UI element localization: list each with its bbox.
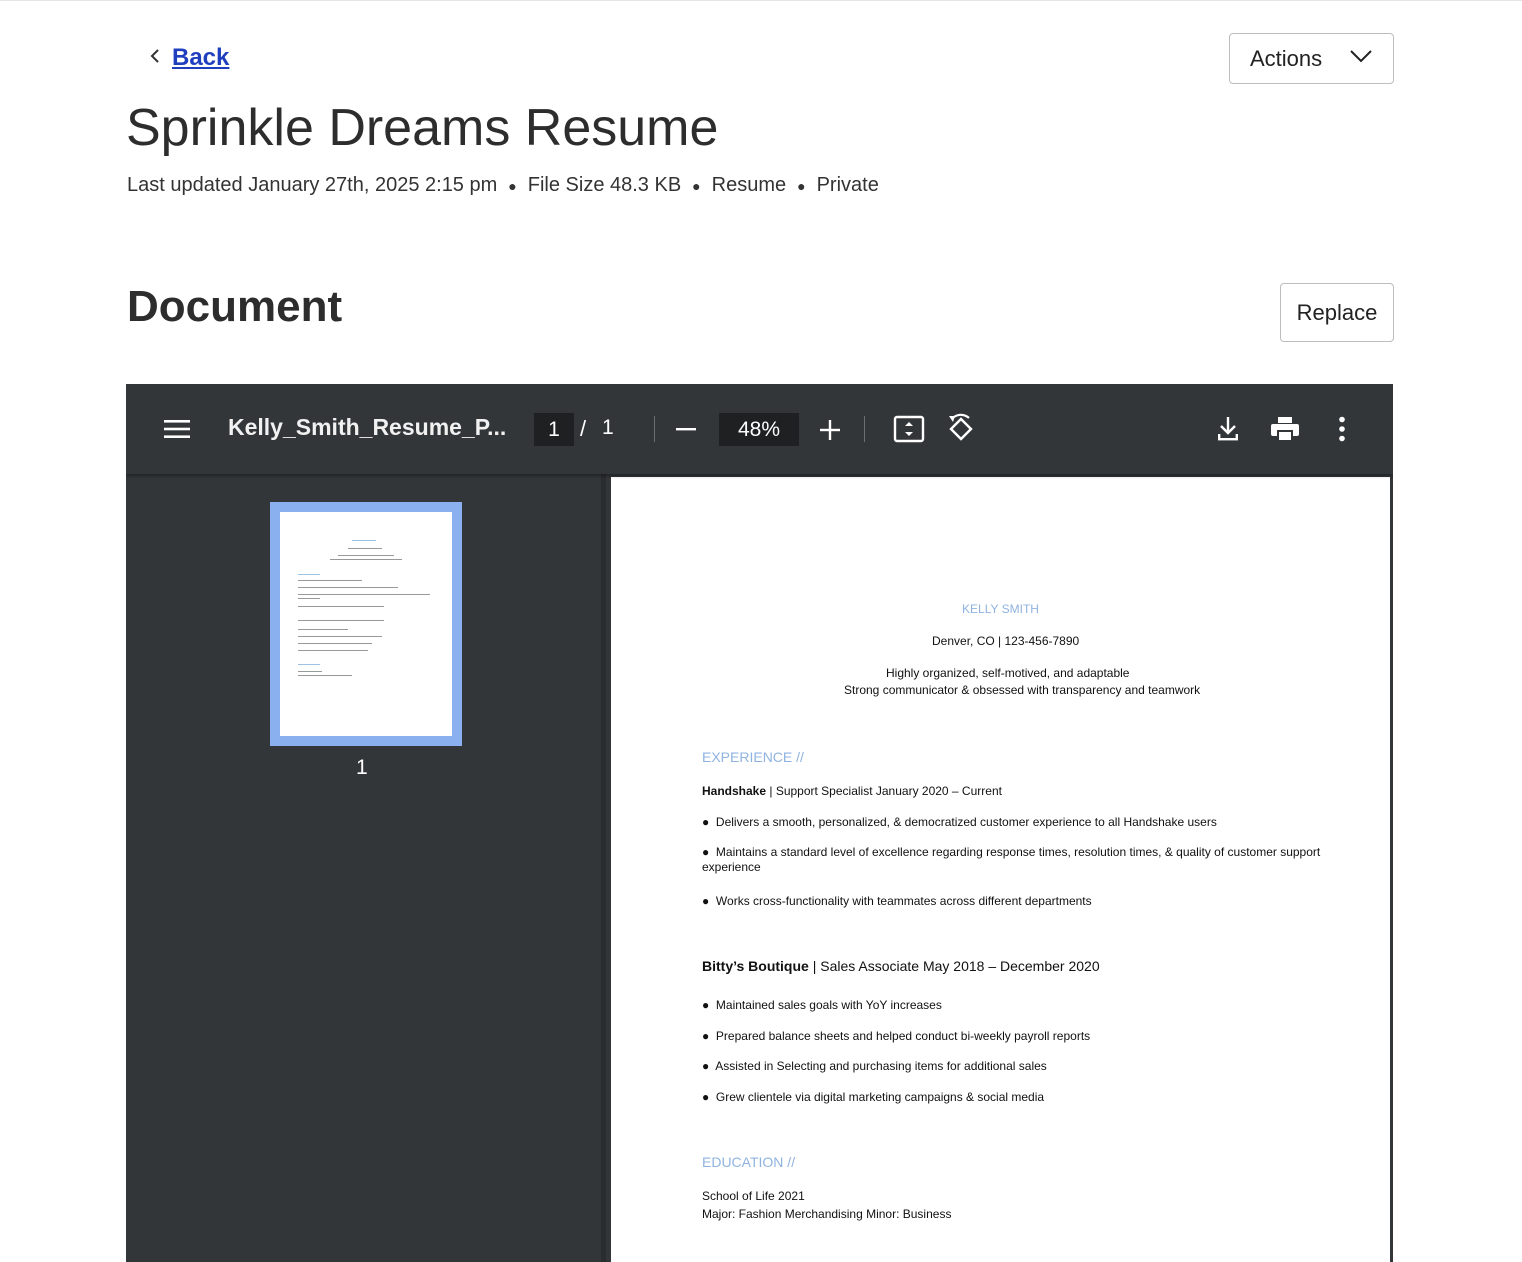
- thumbnail-page-preview: [280, 512, 452, 736]
- toolbar-divider: [654, 416, 655, 442]
- job-1-title: Handshake | Support Specialist January 2…: [702, 784, 1002, 798]
- job-1-company: Handshake: [702, 784, 767, 798]
- download-icon[interactable]: [1214, 414, 1242, 444]
- fit-page-icon[interactable]: [892, 414, 926, 444]
- actions-label: Actions: [1250, 45, 1323, 71]
- total-pages: 1: [602, 416, 614, 439]
- job-1-bullet: ● Delivers a smooth, personalized, & dem…: [702, 815, 1217, 829]
- chevron-down-icon: [1349, 49, 1373, 68]
- meta-separator: ●: [692, 177, 701, 194]
- pdf-toolbar: Kelly_Smith_Resume_P... 1 / 1 48%: [126, 384, 1393, 474]
- job-2-bullet: ● Assisted in Selecting and purchasing i…: [702, 1059, 1047, 1073]
- resume-name: KELLY SMITH: [962, 602, 1039, 616]
- zoom-out-icon[interactable]: [674, 416, 698, 442]
- menu-icon[interactable]: [162, 414, 192, 444]
- zoom-in-icon[interactable]: [818, 418, 842, 442]
- chevron-left-icon: [146, 47, 164, 70]
- job-1-bullet: ● Maintains a standard level of excellen…: [702, 845, 1321, 859]
- more-vert-icon[interactable]: [1332, 414, 1352, 444]
- meta-type: Resume: [711, 174, 787, 196]
- education-heading: EDUCATION //: [702, 1154, 796, 1170]
- pdf-viewer: Kelly_Smith_Resume_P... 1 / 1 48% 1 KELL…: [126, 384, 1393, 1262]
- back-label: Back: [172, 44, 230, 71]
- job-2-bullet: ● Maintained sales goals with YoY increa…: [702, 998, 942, 1012]
- resume-summary-line-1: Highly organized, self-motived, and adap…: [886, 666, 1130, 680]
- resume-summary-line-2: Strong communicator & obsessed with tran…: [844, 683, 1201, 697]
- job-2-company: Bitty’s Boutique: [702, 958, 809, 974]
- meta-visibility: Private: [816, 174, 879, 196]
- job-1-bullet: ● Works cross-functionality with teammat…: [702, 894, 1092, 908]
- meta-updated: Last updated January 27th, 2025 2:15 pm: [127, 174, 498, 196]
- job-2-bullet: ● Grew clientele via digital marketing c…: [702, 1090, 1045, 1104]
- toolbar-divider: [864, 416, 865, 442]
- document-section-title: Document: [127, 282, 343, 331]
- job-2-bullet: ● Prepared balance sheets and helped con…: [702, 1029, 1091, 1043]
- education-major: Major: Fashion Merchandising Minor: Busi…: [702, 1207, 952, 1221]
- thumbnail-page-number: 1: [356, 756, 368, 779]
- job-2-title: Bitty’s Boutique | Sales Associate May 2…: [702, 958, 1100, 974]
- job-2-role: | Sales Associate May 2018 – December 20…: [808, 958, 1100, 974]
- pdf-page: KELLY SMITH Denver, CO | 123-456-7890 Hi…: [611, 477, 1390, 1262]
- meta-separator: ●: [797, 177, 806, 194]
- actions-dropdown-button[interactable]: Actions: [1229, 33, 1394, 84]
- meta-separator: ●: [508, 177, 517, 194]
- zoom-level-input[interactable]: 48%: [719, 413, 799, 446]
- back-link[interactable]: Back: [146, 44, 229, 72]
- document-meta: Last updated January 27th, 2025 2:15 pm …: [127, 174, 879, 197]
- top-divider: [0, 0, 1522, 1]
- replace-button[interactable]: Replace: [1280, 283, 1394, 342]
- resume-contact: Denver, CO | 123-456-7890: [932, 634, 1080, 648]
- job-1-bullet-continued: experience: [702, 860, 761, 874]
- meta-file-size: File Size 48.3 KB: [527, 174, 682, 196]
- page-thumbnail[interactable]: [270, 502, 462, 746]
- page-number-input[interactable]: 1: [534, 413, 574, 446]
- thumbnail-sidebar: 1: [126, 474, 606, 1262]
- rotate-icon[interactable]: [944, 412, 978, 446]
- experience-heading: EXPERIENCE //: [702, 749, 804, 765]
- education-school: School of Life 2021: [702, 1189, 805, 1203]
- pdf-filename: Kelly_Smith_Resume_P...: [228, 414, 507, 440]
- page-title: Sprinkle Dreams Resume: [126, 99, 719, 157]
- job-1-role: | Support Specialist January 2020 – Curr…: [766, 784, 1002, 798]
- print-icon[interactable]: [1268, 414, 1302, 444]
- page-separator: /: [580, 416, 587, 441]
